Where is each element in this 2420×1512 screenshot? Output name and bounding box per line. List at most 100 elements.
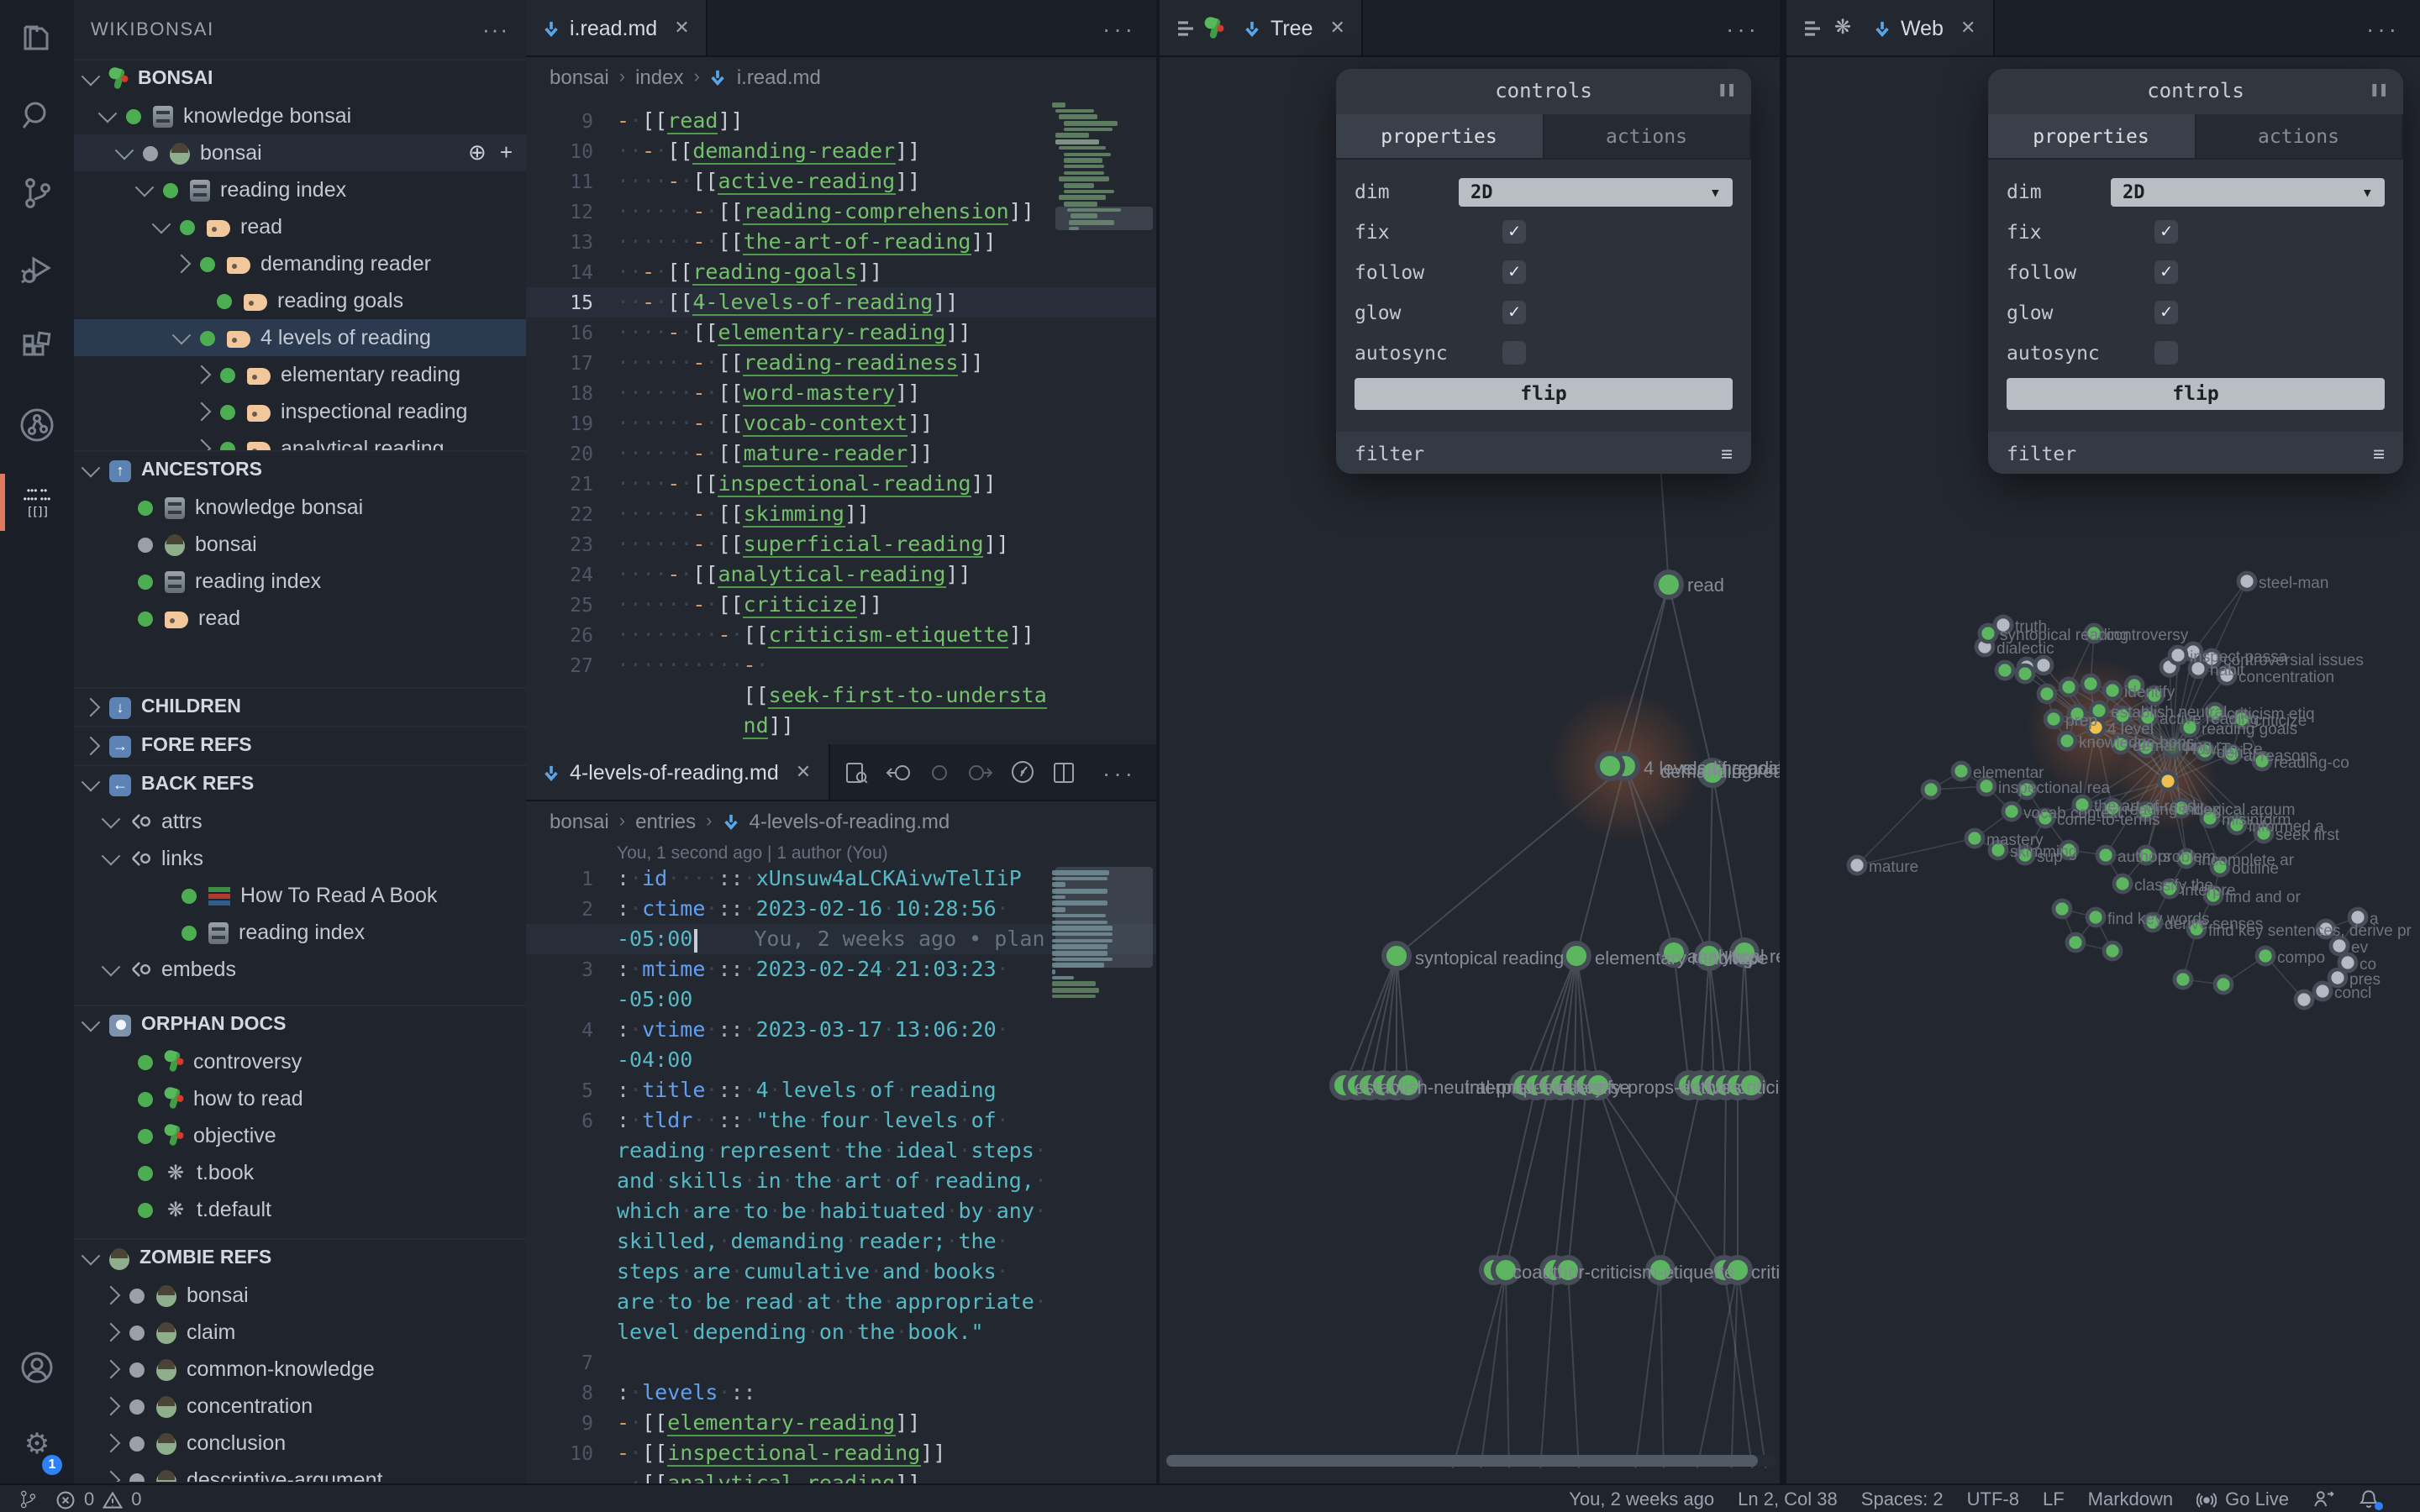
graph-circle-icon[interactable] — [0, 386, 74, 464]
settings-icon[interactable]: ⚙1 — [0, 1406, 74, 1483]
chevron-down-icon[interactable] — [102, 847, 121, 866]
tree-item[interactable]: common-knowledge — [74, 1351, 526, 1388]
graph-node[interactable] — [1953, 763, 1970, 780]
more-actions-icon[interactable]: ··· — [1102, 14, 1156, 41]
source-control-icon[interactable] — [0, 155, 74, 232]
breadcrumb-item[interactable]: i.read.md — [737, 66, 821, 89]
graph-node[interactable] — [2097, 847, 2114, 864]
status-item[interactable]: LF — [2043, 1489, 2065, 1509]
wiki-link[interactable]: elementary-reading — [667, 1410, 895, 1436]
graph-node[interactable] — [2114, 875, 2131, 892]
tree-item[interactable]: 4 levels of reading — [74, 319, 526, 356]
breadcrumb-item[interactable]: bonsai — [550, 66, 609, 89]
graph-node[interactable] — [1564, 943, 1589, 969]
graph-node[interactable] — [1384, 943, 1409, 969]
graph-node[interactable] — [2175, 971, 2191, 988]
status-item[interactable]: Spaces: 2 — [1861, 1489, 1944, 1509]
chevron-right-icon[interactable] — [102, 1323, 121, 1342]
graph-node[interactable] — [2035, 657, 2052, 674]
status-item[interactable]: Markdown — [2088, 1489, 2174, 1509]
graph-node[interactable] — [2060, 679, 2077, 696]
tab-actions[interactable]: actions — [2196, 114, 2403, 158]
tree-item[interactable]: controversy — [74, 1043, 526, 1080]
graph-node[interactable] — [1849, 857, 1865, 874]
graph-node[interactable] — [2170, 647, 2186, 664]
wiki-link[interactable]: superficial-reading — [744, 531, 984, 558]
chevron-right-icon[interactable] — [192, 439, 212, 450]
wiki-link[interactable]: read — [667, 108, 718, 134]
graph-node[interactable] — [2067, 934, 2084, 951]
close-icon[interactable]: ✕ — [1960, 17, 1975, 39]
wiki-link[interactable]: skimming — [744, 501, 844, 528]
breadcrumb-item[interactable]: bonsai — [550, 810, 609, 833]
tree-item[interactable]: embeds — [74, 951, 526, 988]
chevron-down-icon[interactable] — [82, 459, 101, 478]
chevron-down-icon[interactable] — [82, 67, 101, 87]
chevron-right-icon[interactable] — [172, 255, 192, 274]
graph-node[interactable] — [2017, 665, 2033, 682]
chevron-down-icon[interactable] — [102, 810, 121, 829]
wiki-link[interactable]: seek-first-to-understa — [769, 682, 1047, 709]
more-actions-icon[interactable]: ··· — [1726, 14, 1780, 41]
tree-item[interactable]: read — [74, 600, 526, 637]
account-icon[interactable] — [0, 1329, 74, 1406]
tree-item[interactable]: bonsai⊕+ — [74, 134, 526, 171]
sidebar-section-fore-refs[interactable]: →FORE REFS — [74, 726, 526, 764]
tab-i.read.md[interactable]: i.read.md✕ — [526, 0, 708, 55]
wiki-link[interactable]: mature-reader — [744, 440, 908, 467]
controls-header[interactable]: controls❚❚ — [1336, 69, 1751, 114]
tree-item[interactable]: knowledge bonsai — [74, 489, 526, 526]
wiki-link[interactable]: criticize — [744, 591, 857, 618]
chevron-down-icon[interactable] — [115, 141, 134, 160]
wiki-link[interactable]: 4-levels-of-reading — [692, 289, 933, 316]
graph-node[interactable] — [2104, 942, 2121, 959]
fix-checkbox[interactable]: ✓ — [1502, 220, 1526, 244]
tree-item[interactable]: How To Read A Book — [74, 877, 526, 914]
wiki-link[interactable]: reading-readiness — [744, 349, 959, 376]
tab-4-levels-of-reading.md[interactable]: 4-levels-of-reading.md✕ — [526, 744, 829, 800]
chevron-down-icon[interactable] — [82, 1013, 101, 1032]
follow-checkbox[interactable]: ✓ — [1502, 260, 1526, 284]
hscrollbar-thumb[interactable] — [1166, 1455, 1758, 1467]
flip-button[interactable]: flip — [1355, 378, 1733, 410]
tree-item[interactable]: bonsai — [74, 1277, 526, 1314]
tree-item[interactable]: reading index — [74, 171, 526, 208]
filter-row[interactable]: filter≡ — [1988, 432, 2403, 474]
glow-checkbox[interactable]: ✓ — [1502, 301, 1526, 324]
tree-item[interactable]: conclusion — [74, 1425, 526, 1462]
tree-item[interactable]: knowledge bonsai — [74, 97, 526, 134]
chevron-down-icon[interactable] — [82, 1247, 101, 1266]
problems-indicator[interactable]: 00 — [55, 1489, 142, 1509]
chevron-down-icon[interactable] — [98, 104, 118, 123]
graph-node[interactable] — [2059, 732, 2075, 749]
status-item[interactable]: You, 2 weeks ago — [1569, 1489, 1714, 1509]
chevron-down-icon[interactable] — [102, 958, 121, 977]
graph-node[interactable] — [1923, 781, 1939, 798]
breadcrumb[interactable]: bonsai›index›i.read.md — [526, 57, 1156, 97]
files-icon[interactable] — [0, 0, 74, 77]
tree-item[interactable]: elementary reading — [74, 356, 526, 393]
tree-item[interactable]: claim — [74, 1314, 526, 1351]
graph-node[interactable] — [2104, 682, 2121, 699]
tree-item[interactable]: reading index — [74, 914, 526, 951]
filter-row[interactable]: filter≡ — [1336, 432, 1751, 474]
chevron-down-icon[interactable] — [152, 215, 171, 234]
add-icon[interactable]: + — [500, 139, 513, 166]
graph-node[interactable] — [2045, 711, 2062, 727]
chevron-right-icon[interactable] — [192, 402, 212, 422]
chevron-right-icon[interactable] — [102, 1434, 121, 1453]
wiki-link[interactable]: criticism-etiquette — [769, 622, 1009, 648]
codelens-blame[interactable]: You, 1 second ago | 1 author (You) — [526, 842, 1156, 865]
code-editor[interactable]: 9-·[[read]]10··-·[[demanding-reader]]11·… — [526, 96, 1156, 744]
tab-properties[interactable]: properties — [1988, 114, 2196, 158]
wiki-link[interactable]: word-mastery — [744, 380, 896, 407]
graph-node[interactable] — [1996, 662, 2013, 679]
minimap-slider[interactable] — [1055, 867, 1153, 968]
autosync-checkbox[interactable] — [1502, 341, 1526, 365]
breadcrumb-item[interactable]: entries — [635, 810, 696, 833]
graph-node[interactable] — [2331, 937, 2348, 954]
sidebar-section-zombie-refs[interactable]: ZOMBIE REFS — [74, 1238, 526, 1277]
chevron-down-icon[interactable] — [172, 326, 192, 345]
tree-item[interactable]: links — [74, 840, 526, 877]
chevron-right-icon[interactable] — [102, 1471, 121, 1482]
